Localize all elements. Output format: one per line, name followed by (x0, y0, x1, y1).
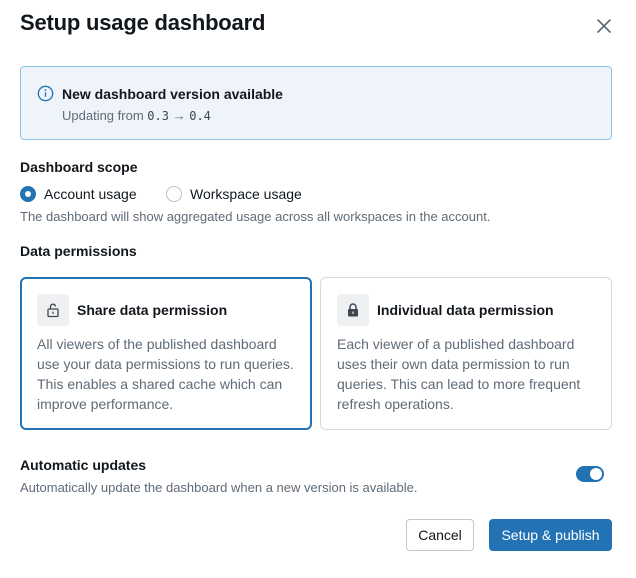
updates-label: Automatic updates (20, 457, 147, 473)
lock-open-icon (47, 303, 59, 318)
card-share-permission[interactable]: Share data permission All viewers of the… (20, 277, 312, 430)
card-description: All viewers of the published dashboard u… (37, 336, 294, 412)
banner-title: New dashboard version available (62, 86, 283, 102)
scope-label: Dashboard scope (20, 159, 138, 175)
setup-publish-button[interactable]: Setup & publish (489, 519, 612, 551)
close-icon (597, 19, 611, 33)
card-title: Individual data permission (377, 302, 554, 318)
from-version: 0.3 (147, 109, 169, 123)
radio-button[interactable] (166, 186, 182, 202)
banner-prefix: Updating from (62, 108, 144, 123)
arrow-icon: → (172, 108, 186, 123)
banner-subtitle: Updating from 0.3 → 0.4 (62, 108, 211, 123)
info-icon (37, 85, 54, 102)
scope-hint: The dashboard will show aggregated usage… (20, 209, 491, 224)
card-title: Share data permission (77, 302, 228, 318)
radio-label: Account usage (44, 186, 137, 202)
card-description: Each viewer of a published dashboard use… (337, 336, 581, 412)
permissions-label: Data permissions (20, 243, 137, 259)
cancel-button[interactable]: Cancel (406, 519, 474, 551)
radio-account-usage[interactable]: Account usage (20, 186, 137, 202)
radio-label: Workspace usage (190, 186, 302, 202)
dialog-title: Setup usage dashboard (20, 10, 266, 35)
card-icon-box (37, 294, 69, 326)
setup-dashboard-dialog: Setup usage dashboard New dashboard vers… (0, 0, 636, 578)
close-button[interactable] (590, 12, 618, 40)
lock-icon (348, 303, 358, 317)
version-banner: New dashboard version available Updating… (20, 66, 612, 140)
to-version: 0.4 (189, 109, 211, 123)
auto-update-toggle[interactable] (576, 466, 604, 482)
card-individual-permission[interactable]: Individual data permission Each viewer o… (320, 277, 612, 430)
card-icon-box (337, 294, 369, 326)
radio-workspace-usage[interactable]: Workspace usage (166, 186, 302, 202)
updates-hint: Automatically update the dashboard when … (20, 480, 418, 495)
toggle-knob (590, 468, 602, 480)
radio-button-checked[interactable] (20, 186, 36, 202)
